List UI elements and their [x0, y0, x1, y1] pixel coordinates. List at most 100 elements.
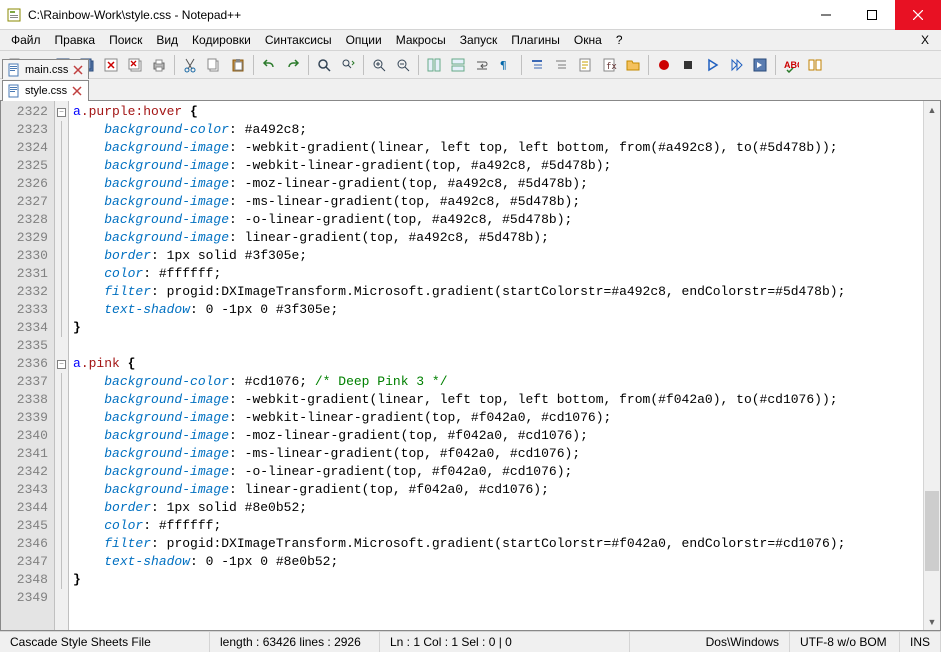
line-number: 2327	[1, 193, 54, 211]
close-all-icon[interactable]	[124, 54, 146, 76]
line-number: 2345	[1, 517, 54, 535]
fold-cell[interactable]	[55, 301, 68, 319]
line-number: 2324	[1, 139, 54, 157]
tab-label: main.css	[25, 64, 68, 76]
stop-macro-icon[interactable]	[677, 54, 699, 76]
fold-cell[interactable]	[55, 463, 68, 481]
minimize-button[interactable]	[803, 0, 849, 30]
code-area[interactable]: a.purple:hover { background-color: #a492…	[69, 101, 923, 630]
vertical-scrollbar[interactable]: ▲ ▼	[923, 101, 940, 630]
fold-minus-icon[interactable]: −	[57, 360, 66, 369]
fold-cell[interactable]	[55, 211, 68, 229]
code-line: border: 1px solid #8e0b52;	[73, 499, 923, 517]
close-button[interactable]	[895, 0, 941, 30]
close-icon[interactable]	[71, 85, 83, 97]
fold-cell[interactable]	[55, 499, 68, 517]
zoom-in-icon[interactable]	[368, 54, 390, 76]
titlebar: C:\Rainbow-Work\style.css - Notepad++	[0, 0, 941, 30]
fold-cell[interactable]	[55, 265, 68, 283]
menu-item[interactable]: Запуск	[453, 31, 505, 49]
fold-cell[interactable]	[55, 283, 68, 301]
close-file-icon[interactable]	[100, 54, 122, 76]
menu-item[interactable]: ?	[609, 31, 630, 49]
menu-item[interactable]: Опции	[339, 31, 389, 49]
func-list-icon[interactable]: fx	[598, 54, 620, 76]
undo-icon[interactable]	[258, 54, 280, 76]
fold-minus-icon[interactable]: −	[57, 108, 66, 117]
folder-tree-icon[interactable]	[622, 54, 644, 76]
fold-cell[interactable]: −	[55, 355, 68, 373]
menu-item[interactable]: Поиск	[102, 31, 149, 49]
code-line: background-color: #a492c8;	[73, 121, 923, 139]
paste-icon[interactable]	[227, 54, 249, 76]
code-line: color: #ffffff;	[73, 517, 923, 535]
toolbar: ¶ fx ABC	[0, 51, 941, 79]
menu-item[interactable]: Файл	[4, 31, 48, 49]
scroll-up-icon[interactable]: ▲	[924, 101, 940, 118]
menu-item[interactable]: Вид	[149, 31, 185, 49]
fold-cell[interactable]	[55, 337, 68, 355]
find-icon[interactable]	[313, 54, 335, 76]
fold-cell[interactable]	[55, 193, 68, 211]
spellcheck-icon[interactable]: ABC	[780, 54, 802, 76]
print-icon[interactable]	[148, 54, 170, 76]
play-macro-icon[interactable]	[701, 54, 723, 76]
fold-cell[interactable]	[55, 391, 68, 409]
copy-icon[interactable]	[203, 54, 225, 76]
maximize-button[interactable]	[849, 0, 895, 30]
line-number: 2326	[1, 175, 54, 193]
fold-cell[interactable]	[55, 121, 68, 139]
record-macro-icon[interactable]	[653, 54, 675, 76]
close-icon[interactable]	[72, 64, 84, 76]
fold-cell[interactable]: −	[55, 103, 68, 121]
fold-cell[interactable]	[55, 409, 68, 427]
show-all-chars-icon[interactable]: ¶	[495, 54, 517, 76]
fold-cell[interactable]	[55, 247, 68, 265]
scroll-thumb[interactable]	[925, 491, 939, 571]
compare-icon[interactable]	[804, 54, 826, 76]
user-lang-icon[interactable]	[550, 54, 572, 76]
sync-h-icon[interactable]	[447, 54, 469, 76]
fold-column[interactable]: −−	[55, 101, 69, 630]
fold-cell[interactable]	[55, 553, 68, 571]
menu-item[interactable]: Кодировки	[185, 31, 258, 49]
cut-icon[interactable]	[179, 54, 201, 76]
fold-cell[interactable]	[55, 535, 68, 553]
play-multi-icon[interactable]	[725, 54, 747, 76]
fold-cell[interactable]	[55, 427, 68, 445]
redo-icon[interactable]	[282, 54, 304, 76]
fold-cell[interactable]	[55, 175, 68, 193]
code-line: background-image: linear-gradient(top, #…	[73, 229, 923, 247]
menu-item[interactable]: Синтаксисы	[258, 31, 339, 49]
wrap-icon[interactable]	[471, 54, 493, 76]
zoom-out-icon[interactable]	[392, 54, 414, 76]
code-line: border: 1px solid #3f305e;	[73, 247, 923, 265]
menu-close-doc[interactable]: X	[913, 31, 937, 49]
line-number: 2347	[1, 553, 54, 571]
scroll-down-icon[interactable]: ▼	[924, 613, 940, 630]
fold-cell[interactable]	[55, 139, 68, 157]
fold-cell[interactable]	[55, 319, 68, 337]
fold-cell[interactable]	[55, 445, 68, 463]
tab[interactable]: style.css	[2, 80, 89, 101]
menu-item[interactable]: Правка	[48, 31, 103, 49]
tab[interactable]: main.css	[2, 59, 89, 79]
replace-icon[interactable]	[337, 54, 359, 76]
fold-cell[interactable]	[55, 589, 68, 607]
indent-guide-icon[interactable]	[526, 54, 548, 76]
menu-item[interactable]: Окна	[567, 31, 609, 49]
doc-map-icon[interactable]	[574, 54, 596, 76]
line-gutter: 2322232323242325232623272328232923302331…	[1, 101, 55, 630]
menu-item[interactable]: Макросы	[389, 31, 453, 49]
fold-cell[interactable]	[55, 157, 68, 175]
status-length: length : 63426 lines : 2926	[210, 632, 380, 652]
menu-item[interactable]: Плагины	[504, 31, 567, 49]
fold-cell[interactable]	[55, 481, 68, 499]
sync-v-icon[interactable]	[423, 54, 445, 76]
fold-cell[interactable]	[55, 517, 68, 535]
fold-cell[interactable]	[55, 229, 68, 247]
file-icon	[7, 84, 21, 98]
fold-cell[interactable]	[55, 373, 68, 391]
fold-cell[interactable]	[55, 571, 68, 589]
save-macro-icon[interactable]	[749, 54, 771, 76]
